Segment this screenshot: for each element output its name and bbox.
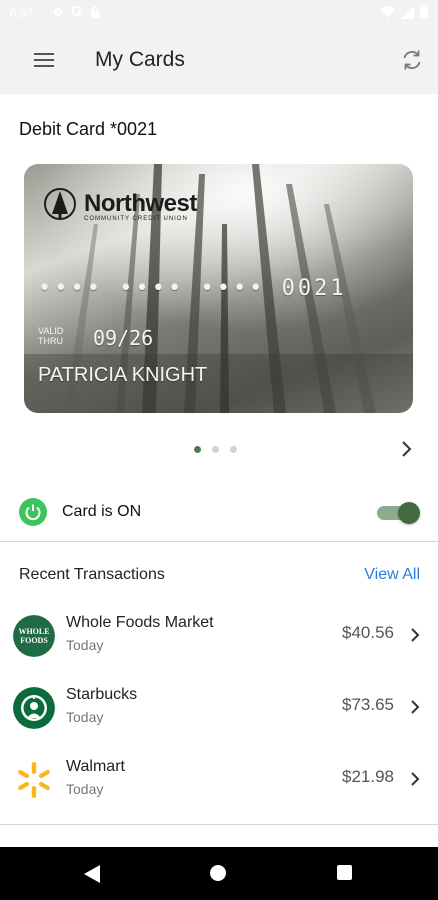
lock-icon: [91, 6, 99, 18]
card-on-toggle[interactable]: [377, 500, 421, 524]
debit-card[interactable]: Northwest COMMUNITY CREDIT UNION •••• ••…: [24, 164, 413, 413]
recents-icon[interactable]: [337, 865, 352, 880]
svg-text:FOODS: FOODS: [20, 636, 48, 645]
whole-foods-logo-icon: WHOLE FOODS: [13, 615, 55, 657]
transaction-date: Today: [66, 637, 104, 653]
status-time: 6:57: [10, 6, 34, 20]
tree-logo-icon: [44, 188, 76, 220]
home-icon[interactable]: [210, 865, 226, 881]
transaction-row-starbucks[interactable]: Starbucks Today $73.65: [0, 675, 438, 747]
chevron-right-icon: [411, 628, 420, 642]
chevron-right-icon: [411, 772, 420, 786]
signal-icon: [401, 5, 414, 19]
gear-icon: [54, 8, 62, 16]
transaction-row-whole-foods[interactable]: WHOLE FOODS Whole Foods Market Today $40…: [0, 603, 438, 675]
card-expiry: 09/26: [93, 326, 154, 350]
card-brand-name: Northwest: [84, 190, 197, 217]
transaction-amount: $73.65: [342, 695, 394, 714]
chevron-right-icon: [411, 700, 420, 714]
pager-dot-2[interactable]: [212, 446, 219, 453]
transaction-date: Today: [66, 709, 104, 725]
walmart-spark-logo-icon: [13, 759, 55, 801]
wifi-icon: [380, 6, 395, 18]
card-pager: [194, 446, 237, 453]
merchant-name: Walmart: [66, 758, 125, 775]
pager-dot-1[interactable]: [194, 446, 201, 453]
status-bar: 6:57: [0, 0, 438, 26]
merchant-name: Starbucks: [66, 686, 138, 703]
transactions-title: Recent Transactions: [19, 566, 165, 583]
google-icon: [71, 6, 82, 17]
merchant-name: Whole Foods Market: [66, 614, 214, 631]
status-icons-left: [52, 6, 100, 18]
starbucks-logo-icon: [13, 687, 55, 729]
card-status-label: Card is ON: [62, 503, 142, 520]
list-divider: [0, 824, 438, 825]
transactions-header: Recent Transactions View All: [0, 550, 438, 600]
page-title: My Cards: [95, 48, 185, 71]
card-section-title: Debit Card *0021: [19, 119, 158, 139]
card-status-row: Card is ON: [0, 486, 438, 542]
valid-thru-label: VALID THRU: [38, 326, 64, 346]
transaction-amount: $21.98: [342, 767, 394, 786]
next-card-chevron-icon[interactable]: [399, 440, 415, 458]
refresh-icon[interactable]: [400, 48, 424, 72]
pager-dot-3[interactable]: [230, 446, 237, 453]
view-all-link[interactable]: View All: [364, 566, 420, 584]
battery-icon: [420, 5, 428, 19]
svg-text:WHOLE: WHOLE: [18, 627, 49, 636]
back-icon[interactable]: [84, 865, 100, 883]
card-brand-subtitle: COMMUNITY CREDIT UNION: [84, 216, 188, 222]
hamburger-menu-icon[interactable]: [34, 53, 54, 67]
power-icon: [19, 498, 47, 526]
status-icons-right: [380, 5, 428, 19]
transaction-amount: $40.56: [342, 623, 394, 642]
app-bar: My Cards: [0, 26, 438, 94]
card-holder-name: PATRICIA KNIGHT: [38, 364, 208, 386]
transaction-row-walmart[interactable]: Walmart Today $21.98: [0, 747, 438, 819]
transaction-date: Today: [66, 781, 104, 797]
card-number: •••• •••• •••• 0021: [38, 276, 347, 301]
system-navigation-bar: [0, 847, 438, 900]
